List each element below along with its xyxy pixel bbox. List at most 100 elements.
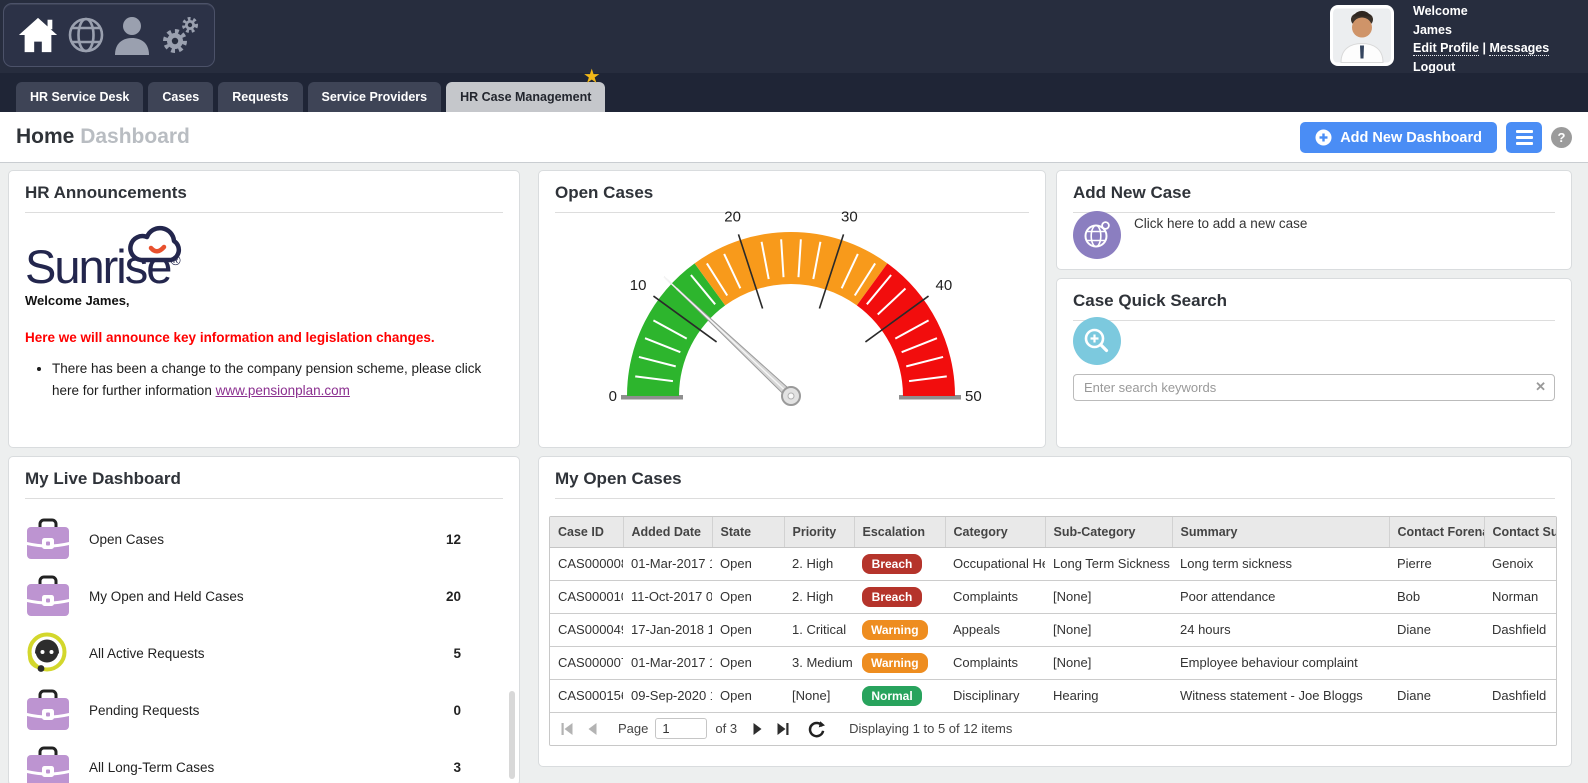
list-item[interactable]: My Open and Held Cases 20 [25,568,461,625]
panel-title: Add New Case [1073,183,1192,202]
list-item[interactable]: Pending Requests 0 [25,682,461,739]
panel-my-live-dashboard: My Live Dashboard Open Cases 12 My Open an… [8,456,520,783]
table-cell: Breach [854,547,945,581]
dashboard-menu-button[interactable] [1506,122,1542,153]
table-cell: Genoix [1484,547,1556,581]
add-new-dashboard-button[interactable]: Add New Dashboard [1300,122,1497,153]
table-cell: Witness statement - Joe Bloggs [1172,679,1389,713]
briefcase-icon [25,689,73,733]
table-cell: [None] [784,679,854,713]
svg-text:20: 20 [724,208,741,225]
panel-open-cases-gauge: Open Cases 0 10 20 30 40 50 [538,170,1046,448]
next-page-icon[interactable] [751,722,765,736]
title-bar: Home Dashboard Add New Dashboard ? [0,112,1588,163]
announcement-headline: Here we will announce key information an… [25,330,435,345]
plus-circle-icon [1315,129,1332,146]
welcome-text: Welcome [1413,4,1468,18]
page-label: Page [618,721,649,736]
live-item-label: Pending Requests [89,703,200,718]
clear-search-icon[interactable]: ✕ [1535,379,1546,395]
list-item[interactable]: All Active Requests 5 [25,625,461,682]
messages-link[interactable]: Messages [1489,41,1550,56]
table-row[interactable]: CAS00000701-Mar-2017 16Open3. Medium Warn… [550,646,1556,680]
table-cell: [None] [1045,580,1172,614]
table-row[interactable]: CAS000010 11-Oct-2017 09 Open 2. High Breach… [550,580,1556,614]
panel-scrollbar[interactable] [509,691,515,779]
table-cell: Disciplinary [945,679,1045,713]
tab-service-providers[interactable]: Service Providers [307,82,442,112]
tab-label: Requests [232,90,289,104]
table-row[interactable]: CAS00015609-Sep-2020 15Open[None] Normal D… [550,679,1556,713]
list-item[interactable]: All Long-Term Cases 3 [25,739,461,783]
prev-page-icon[interactable] [585,722,599,736]
table-pagination: Page of 3 Displaying 1 to 5 of 12 items [550,712,1556,745]
column-header[interactable]: Added Date [623,517,713,548]
tab-hr-service-desk[interactable]: HR Service Desk [16,82,144,112]
tab-hr-case-management[interactable]: HR Case Management ★ [446,68,606,112]
column-header[interactable]: Category [945,517,1046,548]
table-cell: Employee behaviour complaint [1172,646,1389,680]
table-cell: Diane [1389,679,1484,713]
list-item[interactable]: Open Cases 12 [25,511,461,568]
table-cell: Long term sickness [1172,547,1389,581]
page-number-input[interactable] [655,718,708,739]
page-title-secondary: Dashboard [80,125,190,148]
table-cell: Bob [1389,580,1484,614]
panel-case-quick-search: Case Quick Search ✕ [1056,278,1572,448]
column-header[interactable]: Priority [784,517,855,548]
last-page-icon[interactable] [776,722,790,736]
column-header[interactable]: Case ID [550,517,624,548]
table-cell: 01-Mar-2017 16 [623,646,712,680]
table-cell: Norman [1484,580,1556,614]
table-cell: Pierre [1389,547,1484,581]
add-case-globe-icon[interactable] [1073,211,1121,259]
panel-title: Case Quick Search [1073,291,1228,310]
column-header[interactable]: Contact Surname [1484,517,1556,548]
user-name: James [1413,22,1452,37]
live-item-label: Open Cases [89,532,165,547]
home-icon[interactable] [17,15,59,55]
live-item-label: All Active Requests [89,646,205,661]
table-cell: [None] [1045,613,1172,647]
pensionplan-link[interactable]: www.pensionplan.com [216,383,350,398]
table-cell: Poor attendance [1172,580,1389,614]
globe-icon[interactable] [66,15,106,55]
link-separator: | [1478,41,1490,55]
table-cell: CAS000007 [550,646,623,680]
table-cell: 24 hours [1172,613,1389,647]
search-input[interactable] [1073,374,1555,401]
column-header[interactable]: State [712,517,785,548]
add-case-link[interactable]: Click here to add a new case [1134,216,1307,231]
search-plus-icon[interactable] [1073,317,1121,365]
edit-profile-link[interactable]: Edit Profile [1413,41,1479,56]
panel-title: My Live Dashboard [25,469,181,488]
live-item-label: My Open and Held Cases [89,589,244,604]
first-page-icon[interactable] [560,722,574,736]
pagination-status: Displaying 1 to 5 of 12 items [849,721,1013,736]
avatar[interactable] [1330,5,1394,66]
table-cell: Breach [854,580,945,614]
tab-cases[interactable]: Cases [148,82,214,112]
table-cell: Hearing [1045,679,1172,713]
column-header[interactable]: Summary [1172,517,1390,548]
help-icon[interactable]: ? [1551,127,1572,148]
table-row[interactable]: CAS00004917-Jan-2018 16Open1. Critical Wa… [550,613,1556,647]
user-menu: Welcome James Edit Profile | Messages Lo… [1413,2,1550,76]
user-icon[interactable] [112,15,152,55]
refresh-icon[interactable] [807,720,826,738]
column-header[interactable]: Escalation [854,517,946,548]
table-cell: Dashfield [1484,613,1556,647]
tab-requests[interactable]: Requests [218,82,303,112]
table-cell: 1. Critical [784,613,854,647]
table-row[interactable]: CAS00000801-Mar-2017 16Open2. High Breach… [550,547,1556,581]
escalation-badge: Warning [862,619,928,640]
escalation-badge: Warning [862,652,928,673]
tab-label: Cases [162,90,200,104]
column-header[interactable]: Sub-Category [1045,517,1173,548]
column-header[interactable]: Contact Forename [1389,517,1485,548]
svg-text:50: 50 [965,388,982,405]
svg-text:40: 40 [936,277,953,294]
nav-icon-tray [3,3,215,67]
table-cell [1389,646,1484,680]
settings-gears-icon[interactable] [159,14,201,56]
